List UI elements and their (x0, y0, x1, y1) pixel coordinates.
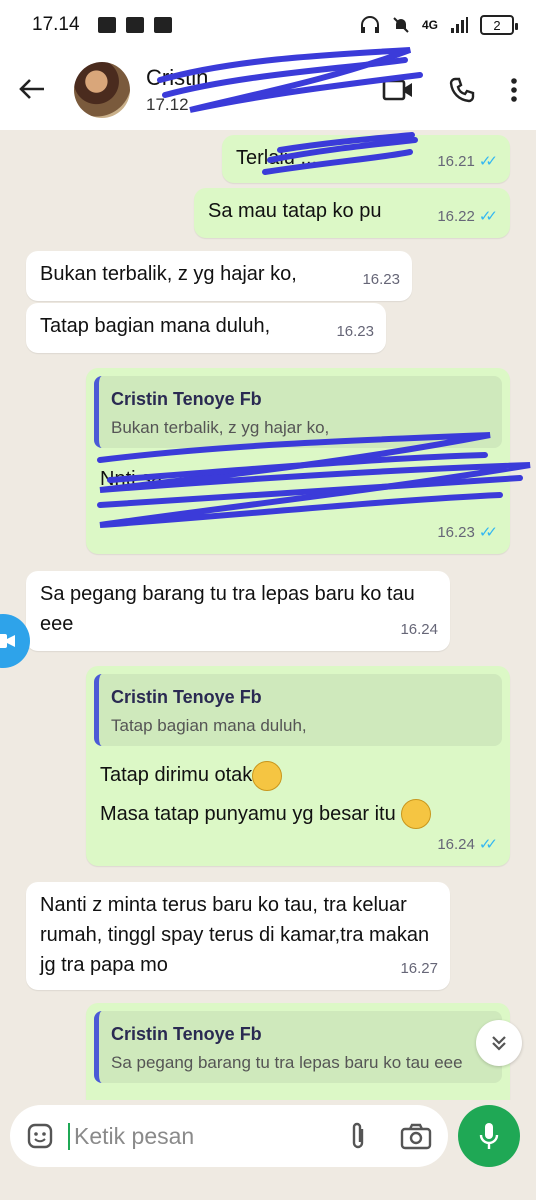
message-text: Nnti sa ... (100, 468, 185, 490)
message-bubble[interactable]: Cristin Tenoye Fb Bukan terbalik, z yg h… (86, 368, 510, 554)
emoji-icon[interactable] (26, 1122, 54, 1150)
read-tick-icon: ✓✓ (478, 524, 498, 541)
message-list[interactable]: Terlalu ... 16.21 ✓✓ Sa mau tatap ko pu 1… (0, 130, 536, 1100)
status-bar: 17.14 4G 2 (0, 0, 536, 50)
paperclip-icon[interactable] (348, 1121, 368, 1151)
message-bubble[interactable]: Cristin Tenoye Fb Tatap bagian mana dulu… (86, 666, 510, 866)
pdf-icon (125, 17, 144, 33)
message-bubble[interactable]: Sa mau tatap ko pu 16.22 ✓✓ (194, 188, 510, 238)
chat-header: Cristin 17.12 (0, 50, 536, 130)
mute-bell-icon (393, 17, 409, 33)
contact-info[interactable]: Cristin 17.12 (146, 65, 208, 115)
quoted-message[interactable]: Cristin Tenoye Fb Sa pegang barang tu tr… (94, 1011, 502, 1083)
headphones-icon (360, 16, 379, 33)
arrow-left-icon (19, 78, 44, 99)
contact-avatar[interactable] (74, 62, 130, 118)
network-type: 4G (421, 18, 438, 32)
read-tick-icon: ✓✓ (478, 208, 498, 225)
message-bubble[interactable]: Terlalu ... 16.21 ✓✓ (222, 135, 510, 183)
quoted-sender: Cristin Tenoye Fb (111, 389, 262, 409)
quoted-message[interactable]: Cristin Tenoye Fb Tatap bagian mana dulu… (94, 674, 502, 746)
tears-of-joy-emoji-icon (401, 799, 432, 830)
facebook-icon (97, 17, 116, 33)
camera-icon[interactable] (400, 1122, 432, 1150)
grin-emoji-icon (252, 760, 283, 791)
message-bubble[interactable]: Bukan terbalik, z yg hajar ko, 16.23 (26, 251, 412, 301)
message-text: Nanti z minta terus baru ko tau, tra kel… (40, 894, 430, 976)
scroll-to-bottom-button[interactable] (476, 1020, 522, 1066)
quoted-text: Tatap bagian mana duluh, (111, 716, 307, 735)
read-tick-icon: ✓✓ (478, 153, 498, 170)
signal-icon (451, 17, 468, 33)
read-tick-icon: ✓✓ (478, 836, 498, 853)
quoted-text: Sa pegang barang tu tra lepas baru ko ta… (111, 1053, 463, 1072)
message-text: Tatap dirimu otak (100, 764, 253, 786)
voice-record-button[interactable] (458, 1105, 520, 1167)
contact-name: Cristin (146, 65, 209, 90)
message-text: Masa tatap punyamu yg besar itu (100, 802, 396, 825)
message-text: Tatap bagian mana duluh, (40, 315, 271, 337)
mic-icon (479, 1123, 499, 1149)
quoted-message[interactable]: Cristin Tenoye Fb Bukan terbalik, z yg h… (94, 376, 502, 448)
message-bubble[interactable]: Nanti z minta terus baru ko tau, tra kel… (26, 882, 450, 990)
video-call-icon[interactable] (382, 78, 414, 102)
chevron-double-down-icon (492, 1036, 506, 1051)
battery-icon: 2 (480, 15, 518, 35)
message-text: Bukan terbalik, z yg hajar ko, (40, 263, 297, 285)
quoted-sender: Cristin Tenoye Fb (111, 1024, 262, 1044)
message-input[interactable]: Ketik pesan (68, 1122, 194, 1150)
message-bubble[interactable]: Sa pegang barang tu tra lepas baru ko ta… (26, 571, 450, 651)
message-text: Sa mau tatap ko pu (208, 200, 382, 222)
message-composer[interactable]: Ketik pesan (10, 1105, 448, 1167)
last-seen: 17.12 (146, 95, 189, 114)
message-text: Sa pegang barang tu tra lepas baru ko ta… (40, 583, 415, 635)
video-notification-icon (153, 17, 172, 33)
message-text: Terlalu ... (236, 147, 318, 169)
more-vert-icon[interactable] (510, 77, 518, 103)
video-camera-icon (0, 634, 15, 648)
quoted-sender: Cristin Tenoye Fb (111, 687, 262, 707)
back-button[interactable] (18, 71, 56, 110)
message-bubble[interactable]: Cristin Tenoye Fb Sa pegang barang tu tr… (86, 1003, 510, 1100)
phone-icon[interactable] (448, 76, 476, 104)
quoted-text: Bukan terbalik, z yg hajar ko, (111, 418, 330, 437)
message-bubble[interactable]: Tatap bagian mana duluh, 16.23 (26, 303, 386, 353)
status-time: 17.14 (32, 14, 80, 35)
